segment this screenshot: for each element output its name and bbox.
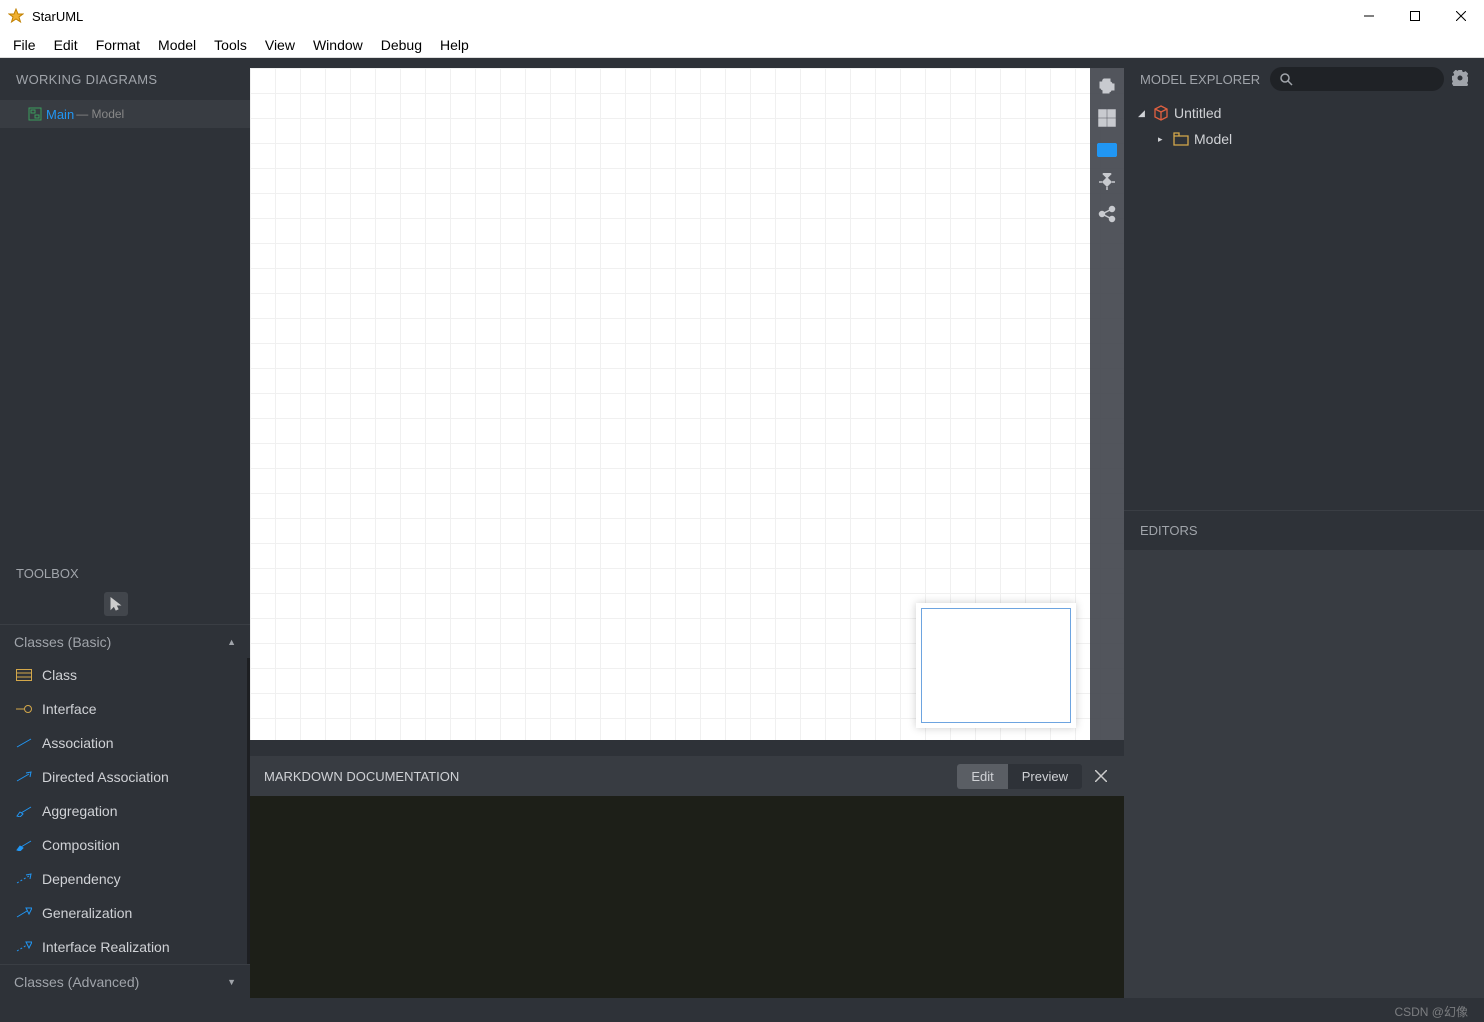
extension-icon[interactable]	[1097, 76, 1117, 96]
menu-format[interactable]: Format	[87, 34, 149, 56]
tree-label: Model	[1194, 131, 1232, 147]
tool-generalization[interactable]: Generalization	[0, 896, 247, 930]
directed-association-icon	[16, 769, 32, 785]
dependency-icon	[16, 871, 32, 887]
markdown-editor[interactable]	[250, 796, 1124, 998]
menu-debug[interactable]: Debug	[372, 34, 431, 56]
tool-group-title: Classes (Advanced)	[14, 974, 139, 990]
tool-composition[interactable]: Composition	[0, 828, 247, 862]
tool-label: Generalization	[42, 905, 132, 921]
association-icon	[16, 735, 32, 751]
chevron-up-icon: ▲	[227, 637, 236, 647]
diagram-view-icon[interactable]	[1097, 108, 1117, 128]
diagram-name: Main	[46, 107, 74, 122]
tree-node-model[interactable]: ▸ Model	[1138, 126, 1474, 152]
menu-bar: File Edit Format Model Tools View Window…	[0, 32, 1484, 58]
chevron-down-icon: ▼	[227, 977, 236, 987]
menu-model[interactable]: Model	[149, 34, 205, 56]
diagram-icon	[28, 107, 42, 121]
tool-label: Composition	[42, 837, 120, 853]
aggregation-icon	[16, 803, 32, 819]
menu-tools[interactable]: Tools	[205, 34, 256, 56]
model-explorer-title: MODEL EXPLORER	[1140, 72, 1260, 87]
model-search-input[interactable]	[1270, 67, 1444, 91]
maximize-button[interactable]	[1392, 0, 1438, 32]
menu-file[interactable]: File	[4, 34, 45, 56]
minimap[interactable]	[916, 603, 1076, 728]
editors-body	[1124, 550, 1484, 998]
title-bar: StarUML	[0, 0, 1484, 32]
tool-aggregation[interactable]: Aggregation	[0, 794, 247, 828]
right-panel: MODEL EXPLORER ◢ Untitled ▸ Model EDITOR…	[1124, 58, 1484, 998]
markdown-icon[interactable]	[1097, 140, 1117, 160]
tool-label: Aggregation	[42, 803, 118, 819]
tool-label: Class	[42, 667, 77, 683]
share-icon[interactable]	[1097, 204, 1117, 224]
tool-directed-association[interactable]: Directed Association	[0, 760, 247, 794]
tool-association[interactable]: Association	[0, 726, 247, 760]
markdown-tab-preview[interactable]: Preview	[1008, 764, 1082, 789]
pointer-tool[interactable]	[104, 592, 128, 616]
diagram-sub: — Model	[76, 107, 124, 121]
generalization-icon	[16, 905, 32, 921]
realization-icon	[16, 939, 32, 955]
toolbox-header: TOOLBOX	[0, 554, 250, 592]
minimize-button[interactable]	[1346, 0, 1392, 32]
toolbox: TOOLBOX Classes (Basic) ▲ Class Interfac…	[0, 554, 250, 998]
cube-icon	[1153, 105, 1169, 121]
tool-group-classes-basic[interactable]: Classes (Basic) ▲	[0, 624, 250, 658]
expand-icon[interactable]: ◢	[1138, 108, 1148, 119]
markdown-title: MARKDOWN DOCUMENTATION	[264, 769, 957, 784]
diagram-item-main[interactable]: Main — Model	[0, 100, 250, 128]
target-icon[interactable]	[1097, 172, 1117, 192]
menu-help[interactable]: Help	[431, 34, 478, 56]
expand-icon[interactable]: ▸	[1158, 134, 1168, 145]
app-title: StarUML	[32, 9, 1346, 24]
interface-icon	[16, 701, 32, 717]
tool-group-classes-advanced[interactable]: Classes (Advanced) ▼	[0, 964, 250, 998]
markdown-close-icon[interactable]	[1092, 767, 1110, 785]
tool-label: Interface	[42, 701, 96, 717]
gear-icon[interactable]	[1452, 70, 1470, 88]
markdown-panel: MARKDOWN DOCUMENTATION Edit Preview	[250, 748, 1124, 998]
tool-interface-realization[interactable]: Interface Realization	[0, 930, 247, 964]
tool-group-title: Classes (Basic)	[14, 634, 111, 650]
left-panel: WORKING DIAGRAMS Main — Model TOOLBOX Cl…	[0, 58, 250, 998]
menu-edit[interactable]: Edit	[45, 34, 87, 56]
model-tree: ◢ Untitled ▸ Model	[1124, 100, 1484, 152]
tool-dependency[interactable]: Dependency	[0, 862, 247, 896]
tool-label: Directed Association	[42, 769, 169, 785]
close-button[interactable]	[1438, 0, 1484, 32]
status-bar	[0, 998, 1484, 1022]
tool-interface[interactable]: Interface	[0, 692, 247, 726]
app-icon	[8, 8, 24, 24]
menu-window[interactable]: Window	[304, 34, 372, 56]
tool-label: Association	[42, 735, 114, 751]
editors-header: EDITORS	[1124, 510, 1484, 550]
tool-class[interactable]: Class	[0, 658, 247, 692]
canvas-toolbar	[1090, 68, 1124, 740]
composition-icon	[16, 837, 32, 853]
tree-label: Untitled	[1174, 105, 1221, 121]
tool-label: Dependency	[42, 871, 121, 887]
tool-label: Interface Realization	[42, 939, 170, 955]
markdown-tab-edit[interactable]: Edit	[957, 764, 1007, 789]
menu-view[interactable]: View	[256, 34, 304, 56]
class-icon	[16, 667, 32, 683]
package-icon	[1173, 131, 1189, 147]
tree-node-untitled[interactable]: ◢ Untitled	[1138, 100, 1474, 126]
working-diagrams-header: WORKING DIAGRAMS	[0, 58, 250, 100]
center-panel: MARKDOWN DOCUMENTATION Edit Preview	[250, 58, 1124, 998]
